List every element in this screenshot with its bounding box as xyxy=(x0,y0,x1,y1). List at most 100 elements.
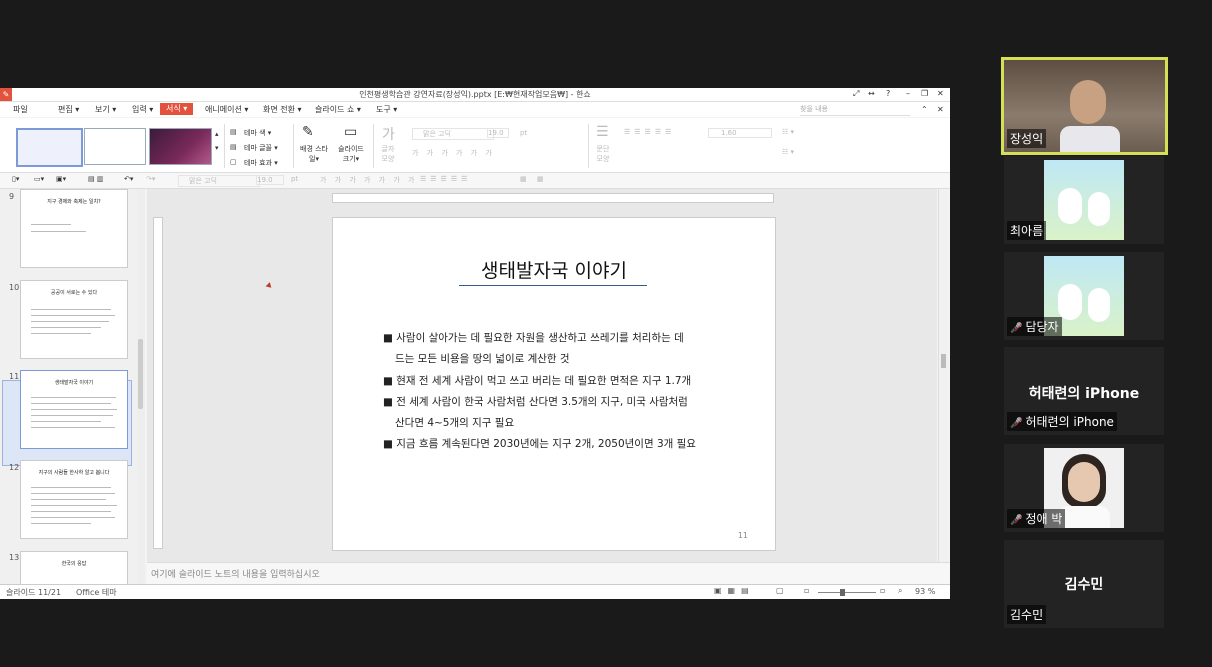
participant-name-muted: 🎤̸ 담당자 xyxy=(1007,317,1062,336)
title-bar: ✎ 인천평생학습관 강연자료(장성익).pptx [E:₩현재작업모음₩] - … xyxy=(0,88,950,102)
theme-effect-icon: ▢ xyxy=(230,158,237,166)
bullet-3-cont[interactable]: 산다면 4~5개의 지구 필요 xyxy=(395,415,514,430)
menu-format[interactable]: 서식 ▾ xyxy=(160,103,194,115)
slide-position: 슬라이드 11/21 xyxy=(6,588,62,597)
slide-thumb-9[interactable]: 지구 경제와 축제는 일치? xyxy=(20,189,128,268)
mic-muted-icon: 🎤̸ xyxy=(1010,515,1023,526)
help-icon[interactable]: ? xyxy=(886,89,890,98)
font-style-buttons[interactable]: 가 가 가 가 가 가 xyxy=(412,148,495,158)
line-spacing-select[interactable]: 1.60 xyxy=(708,128,772,138)
menu-view[interactable]: 보기 ▾ xyxy=(95,104,116,115)
bullet-2[interactable]: ■ 현재 전 세계 사람이 먹고 쓰고 버리는 데 필요한 면적은 지구 1.7… xyxy=(383,373,691,388)
save-icon[interactable]: ▣▾ xyxy=(56,175,66,183)
menu-slideshow[interactable]: 슬라이드 쇼 ▾ xyxy=(315,104,361,115)
editor-scrollbar[interactable] xyxy=(938,189,949,562)
mic-muted-icon: 🎤̸ xyxy=(1010,418,1023,429)
chevron-up-icon[interactable]: ⌃ xyxy=(921,105,928,114)
quick-font-size[interactable]: 19.0 xyxy=(256,175,284,185)
zoom-out-icon[interactable]: ▫ xyxy=(804,586,809,595)
scroll-up-icon[interactable]: ▴ xyxy=(215,130,219,138)
menu-animation[interactable]: 애니메이션 ▾ xyxy=(205,104,248,115)
zoom-slider-handle[interactable] xyxy=(840,589,845,596)
theme-effect-button[interactable]: 테마 효과 ▾ xyxy=(244,158,278,168)
para-shape-icon: ☰ xyxy=(596,124,609,140)
participant-tile[interactable]: 김수민 김수민 xyxy=(1004,540,1164,628)
zoom-in-icon[interactable]: ▫ xyxy=(880,586,885,595)
thumbnail-scrollbar[interactable] xyxy=(137,189,145,584)
zoom-slider[interactable] xyxy=(818,589,876,596)
quick-format-buttons[interactable]: 가 가 가 가 가 가 가 xyxy=(320,175,417,185)
background-style-icon: ✎ xyxy=(302,124,314,140)
quick-font-name[interactable]: 맑은 고딕 xyxy=(178,175,260,187)
font-size-select[interactable]: 19.0 xyxy=(487,128,509,138)
editor-scrollbar-thumb[interactable] xyxy=(941,354,946,368)
menu-transition[interactable]: 화면 전환 ▾ xyxy=(263,104,302,115)
menu-file[interactable]: 파일 xyxy=(13,104,28,115)
menu-bar: 파일 편집 ▾ 보기 ▾ 입력 ▾ 서식 ▾ 애니메이션 ▾ 화면 전환 ▾ 슬… xyxy=(0,102,950,117)
magnifier-icon[interactable]: ⌕ xyxy=(898,586,902,596)
bullet-list-icon[interactable]: ☷ ▾ xyxy=(782,128,794,136)
participant-tile[interactable]: 🎤̸ 담당자 xyxy=(1004,252,1164,340)
vertical-ruler xyxy=(153,217,163,549)
design-theme-3[interactable] xyxy=(149,128,212,165)
slide-notes-input[interactable]: 여기에 슬라이드 노트의 내용을 입력하십시오 xyxy=(147,562,950,585)
close-doc-icon[interactable]: ✕ xyxy=(937,105,944,114)
slide-number: 11 xyxy=(737,531,748,540)
slide-thumb-13[interactable]: 한국의 응답 xyxy=(20,551,128,584)
fit-icon[interactable]: ▢ xyxy=(776,586,784,595)
scrollbar-thumb[interactable] xyxy=(138,339,143,409)
search-input[interactable]: 찾을 내용 xyxy=(800,104,910,116)
minimize-button[interactable]: – xyxy=(906,89,910,98)
participant-tile[interactable]: 🎤̸ 정애 박 xyxy=(1004,444,1164,532)
font-unit-label: pt xyxy=(520,129,528,137)
slide-thumb-10[interactable]: 공공이 서로는 수 있다 xyxy=(20,280,128,359)
new-doc-icon[interactable]: ▯▾ xyxy=(12,175,19,183)
slide-editor-canvas[interactable]: 생태발자국 이야기 ■ 사람이 살아가는 데 필요한 자원을 생산하고 쓰레기를… xyxy=(147,189,937,562)
participant-tile-speaker[interactable]: 장성익 xyxy=(1001,57,1168,155)
slide-title[interactable]: 생태발자국 이야기 xyxy=(333,256,775,283)
restore-button[interactable]: ❐ xyxy=(921,89,928,98)
bullet-3[interactable]: ■ 전 세계 사람이 한국 사람처럼 산다면 3.5개의 지구, 미국 사람처럼 xyxy=(383,394,688,409)
background-style-button[interactable]: 배경 스타일▾ xyxy=(300,144,328,164)
participant-tile[interactable]: 허태련의 iPhone 🎤̸ 허태련의 iPhone xyxy=(1004,347,1164,435)
scroll-down-icon[interactable]: ▾ xyxy=(215,144,219,152)
quick-font-unit: pt xyxy=(291,175,299,183)
bullet-1-cont[interactable]: 드는 모든 비용을 땅의 넓이로 계산한 것 xyxy=(395,351,570,366)
theme-color-button[interactable]: 테마 색 ▾ xyxy=(244,128,271,138)
quick-table-buttons[interactable]: ▦ ▦ xyxy=(520,175,547,183)
slide-number-12: 12 xyxy=(9,463,20,472)
participant-name-muted: 🎤̸ 정애 박 xyxy=(1007,509,1066,528)
bullet-4[interactable]: ■ 지금 흐름 계속된다면 2030년에는 지구 2개, 2050년이면 3개 … xyxy=(383,436,696,451)
fullscreen-icon[interactable]: ⤢ xyxy=(853,89,859,99)
view-mode-buttons[interactable]: ▣▦▤ xyxy=(714,586,755,595)
design-theme-2[interactable] xyxy=(84,128,146,165)
number-list-icon[interactable]: ☷ ▾ xyxy=(782,148,794,156)
theme-color-icon: ▤ xyxy=(230,128,237,136)
menu-insert[interactable]: 입력 ▾ xyxy=(132,104,153,115)
participant-tile[interactable]: 최아름 xyxy=(1004,156,1164,244)
slide-thumb-12[interactable]: 지구의 사람들 한사하 알고 봅니다 xyxy=(20,460,128,539)
slide-number-10: 10 xyxy=(9,283,20,292)
participant-display-name: 허태련의 iPhone xyxy=(1028,386,1140,402)
para-shape-button[interactable]: 문단 모양 xyxy=(595,144,611,164)
char-shape-button[interactable]: 글자 모양 xyxy=(380,144,396,164)
open-folder-icon[interactable]: ▭▾ xyxy=(34,175,44,183)
current-slide[interactable]: 생태발자국 이야기 ■ 사람이 살아가는 데 필요한 자원을 생산하고 쓰레기를… xyxy=(332,217,776,551)
close-button[interactable]: ✕ xyxy=(937,89,944,98)
redo-icon[interactable]: ↷▾ xyxy=(146,175,155,183)
theme-font-button[interactable]: 테마 글꼴 ▾ xyxy=(244,143,278,153)
resize-icon[interactable]: ↔ xyxy=(868,89,875,98)
undo-icon[interactable]: ↶▾ xyxy=(124,175,133,183)
font-name-select[interactable]: 맑은 고딕 xyxy=(412,128,494,140)
slide-size-button[interactable]: 슬라이드 크기▾ xyxy=(336,144,366,164)
bullet-1[interactable]: ■ 사람이 살아가는 데 필요한 자원을 생산하고 쓰레기를 처리하는 데 xyxy=(383,330,684,345)
participant-display-name: 김수민 xyxy=(1064,577,1104,593)
slide-thumb-11[interactable]: 생태발자국 이야기 xyxy=(20,370,128,449)
design-theme-1[interactable] xyxy=(16,128,83,167)
window-title: 인천평생학습관 강연자료(장성익).pptx [E:₩현재작업모음₩] - 한쇼 xyxy=(359,90,591,99)
menu-tools[interactable]: 도구 ▾ xyxy=(376,104,397,115)
quick-align-buttons[interactable]: ☰☰☰☰☰ xyxy=(420,175,471,183)
print-icon[interactable]: ▤ ▥ xyxy=(88,175,103,183)
menu-edit[interactable]: 편집 ▾ xyxy=(58,104,79,115)
align-buttons[interactable]: ☰☰☰☰☰ xyxy=(624,128,675,136)
